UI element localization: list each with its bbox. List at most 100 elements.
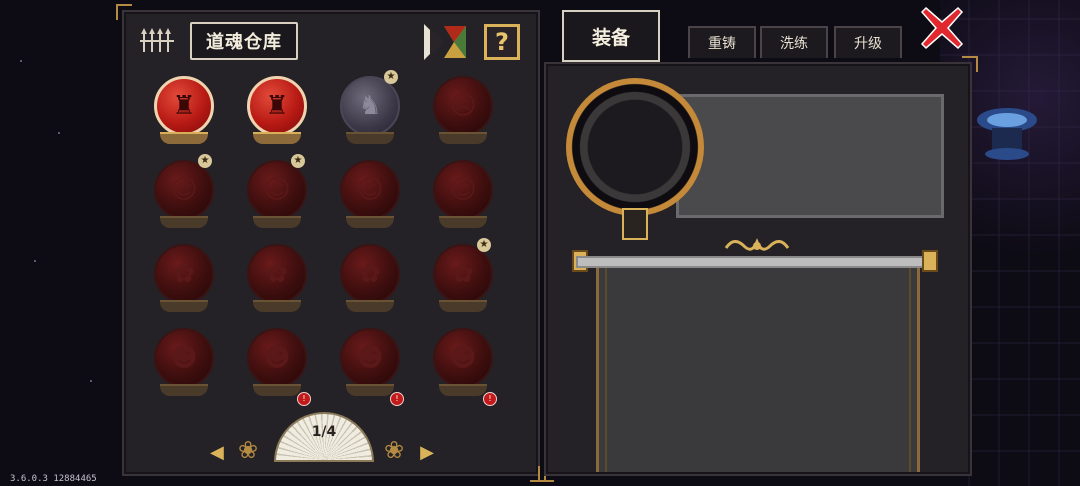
soul-orb[interactable]: ☻! (330, 322, 410, 406)
weapon-filter-icon[interactable] (140, 26, 174, 56)
panel-corner-ornament (962, 56, 978, 72)
soul-sphere: ♜ (154, 76, 214, 136)
next-page-arrow-icon[interactable]: ▶ (420, 442, 434, 463)
equipment-panel (538, 56, 978, 482)
orb-stand (346, 300, 394, 312)
soul-portrait-icon: ✿ (452, 259, 474, 289)
soul-portrait-icon: ☹ (449, 91, 477, 121)
soul-sphere: ☻ (247, 328, 307, 388)
scroll-rod (576, 256, 938, 268)
star-badge-icon: ★ (384, 70, 398, 84)
tab-reforge[interactable]: 重铸 (688, 26, 756, 58)
soul-portrait-icon: ♞ (358, 91, 382, 121)
star-badge-icon: ★ (291, 154, 305, 168)
orb-stand (160, 216, 208, 228)
description-scroll (596, 268, 920, 472)
soul-sphere: ✿ (340, 244, 400, 304)
page-number: 1/4 (311, 424, 337, 440)
soul-orb[interactable]: ✿ (330, 238, 410, 318)
close-button[interactable] (918, 4, 966, 52)
tab-equip[interactable]: 装备 (562, 10, 660, 62)
soul-orb[interactable]: ☻! (237, 322, 317, 406)
swirl-ornament-icon: ❀ (238, 436, 259, 464)
soul-portrait-icon: ✿ (173, 259, 195, 289)
star-badge-icon: ★ (198, 154, 212, 168)
orb-stand (253, 132, 301, 144)
soul-portrait-icon: ☺ (170, 175, 198, 205)
soul-orb[interactable]: ♜ (237, 70, 317, 150)
orb-stand (346, 216, 394, 228)
soul-orb[interactable]: ✿ (144, 238, 224, 318)
page-navigator: ◀ ❀ 1/4 ❀ ▶ (204, 412, 444, 468)
soul-portrait-icon: ☻ (356, 343, 384, 373)
help-button[interactable]: ? (484, 24, 520, 60)
soul-portrait-icon: ☺ (449, 175, 477, 205)
soul-sphere: ♜ (247, 76, 307, 136)
prev-page-arrow-icon[interactable]: ◀ (210, 442, 224, 463)
background-star (58, 132, 60, 134)
soul-portrait-icon: ☻ (170, 343, 198, 373)
panel-corner-ornament (116, 4, 132, 20)
swirl-ornament-icon: ❀ (384, 436, 405, 464)
soul-sphere: ☻ (340, 328, 400, 388)
version-label: 3.6.0.3 12884465 (10, 474, 97, 484)
soul-sphere: ☺ (247, 160, 307, 220)
warehouse-title: 道魂仓库 (190, 22, 298, 60)
orb-stand (346, 132, 394, 144)
orb-stand (160, 384, 208, 396)
soul-orb[interactable]: ☻ (144, 322, 224, 402)
soul-sphere: ✿ (154, 244, 214, 304)
soul-sphere: ☺ (340, 160, 400, 220)
soul-orb[interactable]: ☺ (330, 154, 410, 234)
alert-badge-icon: ! (390, 392, 404, 406)
soul-warehouse-panel: 道魂仓库 ? ♜ ♜ ♞ ★ ☹ ☺ ★ ☺ ★ ☺ ☺ ✿ ✿ ✿ ✿ ★ ☻ ☻! ☻! ☻! ◀ ❀ 1/4 ❀… (116, 4, 546, 482)
orb-stand (439, 300, 487, 312)
soul-orb[interactable]: ☻! (423, 322, 503, 406)
soul-sphere: ✿ (433, 244, 493, 304)
background-star (20, 60, 22, 62)
soul-sphere: ☺ (433, 160, 493, 220)
soul-orb[interactable]: ☹ (423, 70, 503, 150)
scroll-ornament-icon (724, 238, 790, 251)
soul-orb[interactable]: ☺ ★ (144, 154, 224, 234)
tab-upgrade[interactable]: 升级 (834, 26, 902, 58)
soul-sphere: ☻ (154, 328, 214, 388)
soul-sphere: ☹ (433, 76, 493, 136)
soul-orb[interactable]: ☺ ★ (237, 154, 317, 234)
soul-grid: ♜ ♜ ♞ ★ ☹ ☺ ★ ☺ ★ ☺ ☺ ✿ ✿ ✿ ✿ ★ ☻ ☻! ☻! ☻! (144, 70, 520, 410)
star-badge-icon: ★ (477, 238, 491, 252)
soul-sphere: ♞ (340, 76, 400, 136)
equipment-info-card (676, 94, 944, 218)
alert-badge-icon: ! (483, 392, 497, 406)
alert-badge-icon: ! (297, 392, 311, 406)
soul-portrait-icon: ☻ (263, 343, 291, 373)
sort-icon[interactable] (424, 24, 468, 60)
soul-sphere: ✿ (247, 244, 307, 304)
soul-orb[interactable]: ♜ (144, 70, 224, 150)
orb-stand (439, 216, 487, 228)
soul-portrait-icon: ✿ (359, 259, 381, 289)
soul-sphere: ☻ (433, 328, 493, 388)
soul-portrait-icon: ☻ (449, 343, 477, 373)
orb-stand (439, 384, 487, 396)
scroll-knob-right (922, 250, 938, 272)
soul-orb[interactable]: ♞ ★ (330, 70, 410, 150)
soul-orb[interactable]: ✿ ★ (423, 238, 503, 318)
soul-portrait-icon: ✿ (266, 259, 288, 289)
soul-portrait-icon: ♜ (172, 91, 196, 121)
orb-stand (160, 132, 208, 144)
tab-wash[interactable]: 洗练 (760, 26, 828, 58)
background-star (90, 380, 92, 382)
soul-orb[interactable]: ✿ (237, 238, 317, 318)
equipment-slot[interactable] (566, 78, 704, 216)
orb-stand (160, 300, 208, 312)
panel-corner-ornament (538, 466, 554, 482)
ring-clasp-ornament (622, 208, 648, 240)
orb-stand (253, 300, 301, 312)
orb-stand (346, 384, 394, 396)
background-lantern-icon (977, 108, 1037, 160)
soul-orb[interactable]: ☺ (423, 154, 503, 234)
orb-stand (439, 132, 487, 144)
background-star (34, 260, 36, 262)
soul-portrait-icon: ♜ (265, 91, 289, 121)
